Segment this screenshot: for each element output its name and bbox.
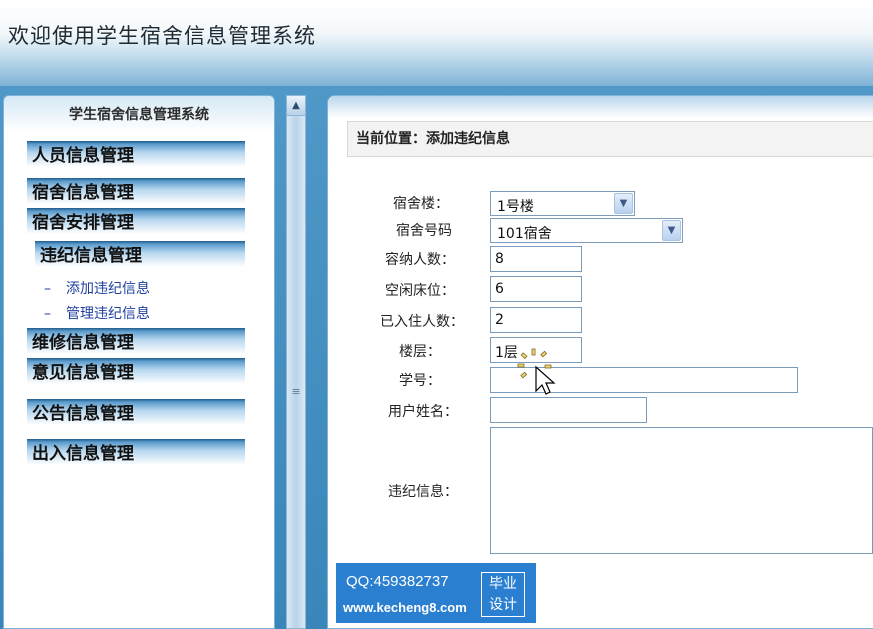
student-id-label: 学号： bbox=[399, 373, 441, 389]
scroll-grip-icon[interactable]: ≡ bbox=[289, 386, 303, 398]
floor-label: 楼层： bbox=[399, 344, 441, 360]
app-title: 欢迎使用学生宿舍信息管理系统 bbox=[8, 24, 316, 48]
watermark-badge: 毕业 设计 bbox=[481, 572, 525, 617]
room-select[interactable]: 101宿舍 ▼ bbox=[490, 218, 683, 243]
free-beds-label: 空闲床位： bbox=[385, 283, 455, 299]
violation-textarea[interactable] bbox=[490, 427, 873, 554]
watermark-site: www.kecheng8.com bbox=[343, 600, 467, 615]
menu-violation-info[interactable]: 违纪信息管理 bbox=[35, 241, 245, 267]
submenu-dash: – bbox=[44, 306, 51, 322]
building-select[interactable]: 1号楼 ▼ bbox=[490, 191, 635, 216]
chevron-down-icon[interactable]: ▼ bbox=[614, 193, 633, 214]
sidebar-title: 学生宿舍信息管理系统 bbox=[4, 96, 274, 132]
menu-dorm-arrangement[interactable]: 宿舍安排管理 bbox=[27, 208, 245, 234]
menu-repair-info[interactable]: 维修信息管理 bbox=[27, 328, 245, 354]
menu-person-info[interactable]: 人员信息管理 bbox=[27, 141, 245, 167]
submenu-label: 添加违纪信息 bbox=[66, 281, 150, 297]
submenu-label: 管理违纪信息 bbox=[66, 306, 150, 322]
menu-dorm-info[interactable]: 宿舍信息管理 bbox=[27, 178, 245, 204]
menu-announcement-info[interactable]: 公告信息管理 bbox=[27, 399, 245, 425]
building-value: 1号楼 bbox=[497, 199, 534, 215]
menu-access-info[interactable]: 出入信息管理 bbox=[27, 439, 245, 465]
menu-feedback-info[interactable]: 意见信息管理 bbox=[27, 358, 245, 384]
occupied-field[interactable]: 2 bbox=[490, 307, 582, 333]
header: 欢迎使用学生宿舍信息管理系统 bbox=[0, 0, 873, 86]
badge-line2: 设计 bbox=[489, 597, 517, 613]
capacity-field[interactable]: 8 bbox=[490, 246, 582, 272]
badge-line1: 毕业 bbox=[489, 576, 517, 592]
scrollbar[interactable]: ▲ ≡ bbox=[286, 95, 306, 629]
user-name-field[interactable] bbox=[490, 397, 647, 423]
watermark-qq: QQ:459382737 bbox=[346, 573, 449, 590]
free-beds-field[interactable]: 6 bbox=[490, 276, 582, 302]
submenu-add-violation[interactable]: – 添加违纪信息 bbox=[44, 278, 150, 298]
breadcrumb: 当前位置：添加违纪信息 bbox=[347, 121, 873, 157]
submenu-manage-violation[interactable]: – 管理违纪信息 bbox=[44, 303, 150, 323]
mouse-cursor-icon bbox=[517, 348, 556, 395]
chevron-down-icon[interactable]: ▼ bbox=[662, 220, 681, 241]
user-name-label: 用户姓名： bbox=[388, 404, 458, 420]
building-label: 宿舍楼： bbox=[393, 196, 449, 212]
room-label: 宿舍号码 bbox=[396, 223, 452, 239]
capacity-label: 容纳人数： bbox=[385, 252, 455, 268]
panel-top-gradient bbox=[328, 96, 873, 118]
occupied-label: 已入住人数： bbox=[380, 314, 464, 330]
violation-label: 违纪信息： bbox=[388, 484, 458, 500]
room-value: 101宿舍 bbox=[497, 226, 552, 242]
watermark: QQ:459382737 www.kecheng8.com 毕业 设计 bbox=[336, 563, 536, 623]
scroll-up-icon[interactable]: ▲ bbox=[287, 96, 305, 116]
submenu-dash: – bbox=[44, 281, 51, 297]
